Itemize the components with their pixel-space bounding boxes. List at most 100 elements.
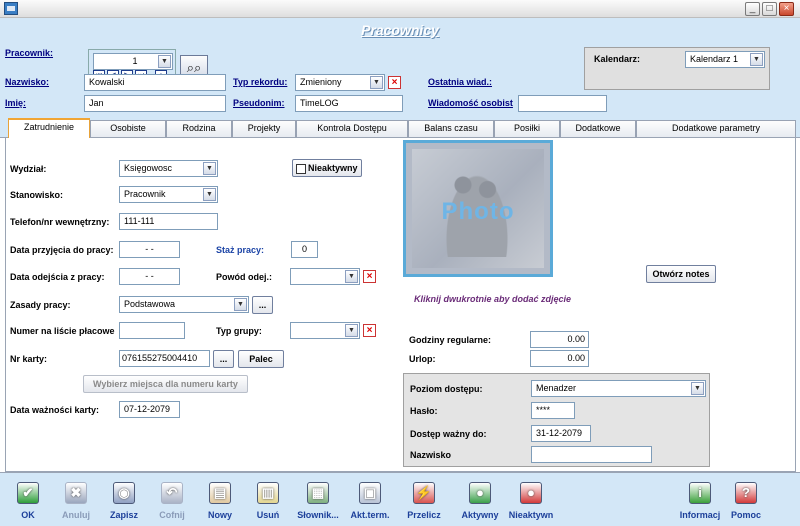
dictionary-icon: ▦	[307, 482, 329, 504]
imie-label: Imię:	[5, 98, 27, 108]
password-input[interactable]: ****	[531, 402, 575, 419]
vacation-input[interactable]: 0.00	[530, 350, 589, 367]
access-surname-input[interactable]	[531, 446, 652, 463]
tab-dodatkowe[interactable]: Dodatkowe	[560, 120, 636, 137]
tab-rodzina[interactable]: Rodzina	[166, 120, 232, 137]
chevron-down-icon: ▼	[234, 298, 247, 311]
chevron-down-icon: ▼	[691, 382, 704, 395]
calendar-panel: Kalendarz: Kalendarz 1 ▼	[584, 47, 770, 90]
open-notes-button[interactable]: Otwórz notes	[646, 265, 716, 283]
regular-hours-input[interactable]: 0.00	[530, 331, 589, 348]
card-number-input[interactable]: 076155275004410	[119, 350, 210, 367]
seniority-value: 0	[291, 241, 318, 258]
tab-osobiste[interactable]: Osobiste	[90, 120, 166, 137]
work-rules-select[interactable]: Podstawowa ▼	[119, 296, 249, 313]
data-waznosci-label: Data ważności karty:	[10, 405, 100, 415]
nickname-input[interactable]: TimeLOG	[295, 95, 403, 112]
minimize-icon[interactable]: _	[745, 2, 760, 16]
fingerprint-button[interactable]: Palec	[238, 350, 284, 368]
surname-input[interactable]: Kowalski	[84, 74, 226, 91]
ostatnia-wiadomosc-label[interactable]: Ostatnia wiad.:	[428, 77, 492, 87]
terminal-update-button[interactable]: ▣ Akt.term.	[346, 477, 394, 525]
pseudonim-label: Pseudonim:	[233, 98, 285, 108]
department-select[interactable]: Księgowosc ▼	[119, 160, 218, 177]
recalculate-icon: ⚡	[413, 482, 435, 504]
inactive-icon: ●	[520, 482, 542, 504]
ok-button[interactable]: ✔ OK	[4, 477, 52, 525]
employee-photo[interactable]: Photo	[403, 140, 553, 277]
telefon-label: Telefon/nr wewnętrzny:	[10, 217, 110, 227]
dictionary-button[interactable]: ▦ Słownik...	[294, 477, 342, 525]
cancel-button[interactable]: ✖ Anuluj	[52, 477, 100, 525]
tab-balans-czasu[interactable]: Balans czasu	[408, 120, 494, 137]
maximize-icon[interactable]: □	[762, 2, 777, 16]
typ-rekordu-label: Typ rekordu:	[233, 77, 288, 87]
access-valid-input[interactable]: 31-12-2079	[531, 425, 591, 442]
haslo-label: Hasło:	[410, 406, 438, 416]
work-rules-browse-button[interactable]: ...	[252, 296, 273, 314]
chevron-down-icon: ▼	[370, 76, 383, 89]
data-przyjecia-label: Data przyjęcia do pracy:	[10, 245, 114, 255]
employee-selector[interactable]: 1 ▼	[93, 53, 173, 70]
card-expiry-input[interactable]: 07-12-2079	[119, 401, 180, 418]
clear-leave-reason-icon[interactable]: ×	[363, 270, 376, 283]
active-icon: ●	[469, 482, 491, 504]
dostep-label: Dostęp ważny do:	[410, 429, 487, 439]
page-title: Pracownicy	[361, 22, 439, 38]
tab-dodatkowe-parametry[interactable]: Dodatkowe parametry	[636, 120, 796, 137]
recalculate-button[interactable]: ⚡ Przelicz	[400, 477, 448, 525]
chevron-down-icon: ▼	[750, 53, 763, 66]
data-odejscia-label: Data odejścia z pracy:	[10, 272, 105, 282]
stanowisko-label: Stanowisko:	[10, 190, 64, 200]
wydzial-label: Wydział:	[10, 164, 47, 174]
staz-label: Staż pracy:	[216, 245, 265, 255]
tab-posilki[interactable]: Posiłki	[494, 120, 560, 137]
phone-input[interactable]: 111-111	[119, 213, 218, 230]
urlop-label: Urlop:	[409, 354, 436, 364]
leave-reason-select[interactable]: ▼	[290, 268, 360, 285]
payroll-number-input[interactable]	[119, 322, 185, 339]
save-button[interactable]: ◉ Zapisz	[100, 477, 148, 525]
tab-kontrola-dostepu[interactable]: Kontrola Dostępu	[296, 120, 408, 137]
godziny-label: Godziny regularne:	[409, 335, 492, 345]
new-button[interactable]: ▤ Nowy	[196, 477, 244, 525]
undo-icon: ↶	[161, 482, 183, 504]
personal-message-input[interactable]	[518, 95, 607, 112]
new-icon: ▤	[209, 482, 231, 504]
tab-projekty[interactable]: Projekty	[232, 120, 296, 137]
delete-icon: ▥	[257, 482, 279, 504]
group-type-select[interactable]: ▼	[290, 322, 360, 339]
calendar-select[interactable]: Kalendarz 1 ▼	[685, 51, 765, 68]
hire-date-input[interactable]: - -	[119, 241, 180, 258]
photo-hint: Kliknij dwukrotnie aby dodać zdjęcie	[414, 294, 572, 304]
help-button[interactable]: ? Pomoc	[722, 477, 770, 525]
active-button[interactable]: ● Aktywny	[456, 477, 504, 525]
undo-button[interactable]: ↶ Cofnij	[148, 477, 196, 525]
choose-card-slots-button[interactable]: Wybierz miejsca dla numeru karty	[83, 375, 248, 393]
window-titlebar: _ □ ×	[0, 0, 800, 18]
close-icon[interactable]: ×	[779, 2, 794, 16]
photo-word: Photo	[441, 198, 515, 225]
card-number-browse-button[interactable]: ...	[213, 350, 234, 368]
position-select[interactable]: Pracownik ▼	[119, 186, 218, 203]
wiadomosc-label: Wiadomość osobist	[428, 98, 513, 108]
cancel-icon: ✖	[65, 482, 87, 504]
help-icon: ?	[735, 482, 757, 504]
first-name-input[interactable]: Jan	[84, 95, 226, 112]
numer-listy-label: Numer na liście płacowe	[10, 326, 115, 336]
record-type-select[interactable]: Zmieniony ▼	[295, 74, 385, 91]
tab-strip: Zatrudnienie Osobiste Rodzina Projekty K…	[0, 118, 800, 138]
leave-date-input[interactable]: - -	[119, 268, 180, 285]
zasady-label: Zasady pracy:	[10, 300, 71, 310]
inactive-button[interactable]: ● Nieaktywn	[507, 477, 555, 525]
tab-zatrudnienie[interactable]: Zatrudnienie	[8, 118, 90, 138]
poziom-label: Poziom dostępu:	[410, 384, 483, 394]
clear-record-type-icon[interactable]: ×	[388, 76, 401, 89]
clear-group-type-icon[interactable]: ×	[363, 324, 376, 337]
access-panel: Poziom dostępu: Menadzer ▼ Hasło: **** D…	[403, 373, 710, 467]
inactive-checkbox[interactable]: Nieaktywny	[292, 159, 362, 177]
delete-button[interactable]: ▥ Usuń	[244, 477, 292, 525]
access-level-select[interactable]: Menadzer ▼	[531, 380, 706, 397]
info-icon: i	[689, 482, 711, 504]
kalendarz-label: Kalendarz:	[594, 54, 641, 64]
